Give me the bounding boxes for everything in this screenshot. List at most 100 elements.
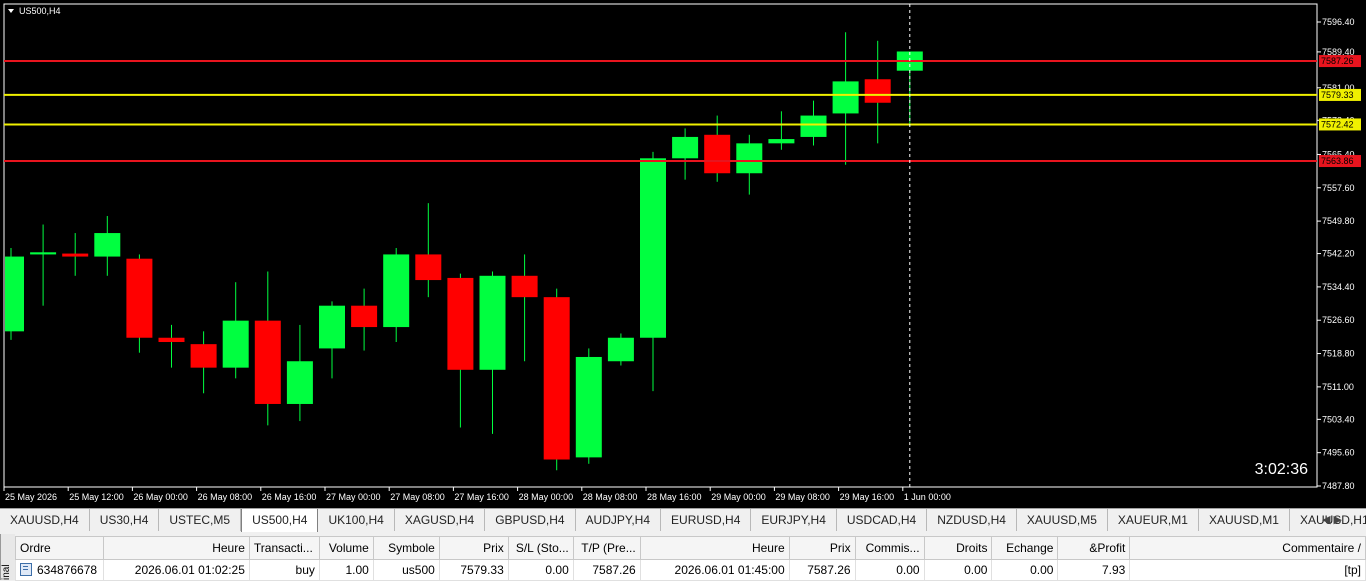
bull-candle: [575, 356, 602, 458]
bear-candle: [126, 258, 153, 338]
bear-candle: [158, 337, 185, 343]
price-axis-label: 7487.80: [1322, 481, 1355, 491]
bull-candle: [383, 254, 410, 328]
tab-us500-h4[interactable]: US500,H4: [241, 509, 319, 532]
bull-candle: [672, 136, 699, 159]
tab-eurusd-h4[interactable]: EURUSD,H4: [661, 509, 752, 531]
tab-xauusd-m1[interactable]: XAUUSD,M1: [1199, 509, 1290, 531]
bear-candle: [447, 277, 474, 370]
col-droits[interactable]: Droits: [923, 536, 993, 560]
cell-echange: 0.00: [991, 559, 1059, 581]
trade-table: Ordre Heure Transacti... Volume Symbole …: [15, 536, 1366, 581]
col-ordre[interactable]: Ordre: [15, 536, 104, 560]
price-level-label: 7563.86: [1321, 156, 1354, 166]
time-axis-label: 26 May 16:00: [262, 492, 317, 502]
price-axis-label: 7518.80: [1322, 349, 1355, 359]
price-axis-label: 7511.00: [1322, 382, 1354, 392]
time-axis-label: 25 May 12:00: [69, 492, 124, 502]
col-profit[interactable]: &Profit: [1057, 536, 1131, 560]
time-axis-label: 1 Jun 00:00: [904, 492, 951, 502]
cell-transaction: buy: [248, 559, 320, 581]
tab-xaueur-m1[interactable]: XAUEUR,M1: [1108, 509, 1199, 531]
cell-symbole: us500: [372, 559, 440, 581]
col-heure[interactable]: Heure: [102, 536, 250, 560]
bear-candle: [511, 275, 538, 298]
table-row[interactable]: 634876678 2026.06.01 01:02:25 buy 1.00 u…: [15, 559, 1366, 581]
price-axis-label: 7534.40: [1322, 282, 1355, 292]
bull-candle: [5, 256, 24, 332]
price-level-label: 7572.42: [1321, 119, 1354, 129]
price-level-label: 7579.33: [1321, 90, 1354, 100]
bull-candle: [800, 115, 827, 137]
bull-candle: [607, 337, 634, 362]
cell-ordre: 634876678: [15, 559, 104, 581]
bull-candle: [319, 305, 345, 349]
tab-xagusd-h4[interactable]: XAGUSD,H4: [395, 509, 486, 531]
time-axis-label: 29 May 16:00: [840, 492, 895, 502]
bull-candle: [832, 81, 859, 114]
price-chart[interactable]: US500,H47596.407589.407581.007573.407565…: [0, 0, 1366, 508]
col-transaction[interactable]: Transacti...: [248, 536, 320, 560]
bull-candle: [222, 320, 249, 368]
countdown-timer: 3:02:36: [1255, 461, 1308, 478]
col-commission[interactable]: Commis...: [854, 536, 925, 560]
tab-eurjpy-h4[interactable]: EURJPY,H4: [751, 509, 837, 531]
time-axis-label: 28 May 00:00: [519, 492, 574, 502]
bear-candle: [543, 297, 570, 460]
bear-candle: [62, 253, 89, 257]
bear-candle: [254, 320, 281, 404]
time-axis-label: 28 May 16:00: [647, 492, 702, 502]
bear-candle: [864, 79, 891, 103]
price-axis-label: 7526.60: [1322, 315, 1355, 325]
order-icon: [20, 563, 32, 576]
bull-candle: [640, 158, 666, 338]
bull-candle: [30, 252, 57, 255]
tab-uk100-h4[interactable]: UK100,H4: [318, 509, 395, 531]
cell-droits: 0.00: [923, 559, 993, 581]
cell-volume: 1.00: [318, 559, 374, 581]
bear-candle: [190, 344, 217, 368]
cell-prix-close: 7587.26: [788, 559, 856, 581]
tab-gbpusd-h4[interactable]: GBPUSD,H4: [485, 509, 576, 531]
bear-candle: [351, 305, 378, 328]
time-axis-label: 27 May 16:00: [454, 492, 509, 502]
time-axis-label: 27 May 00:00: [326, 492, 381, 502]
chart-tabs: XAUUSD,H4 US30,H4 USTEC,M5 US500,H4 UK100,H4…: [0, 508, 1366, 532]
col-take-profit[interactable]: T/P (Pre...: [572, 536, 641, 560]
price-axis-label: 7557.60: [1322, 183, 1355, 193]
cell-heure-close: 2026.06.01 01:45:00: [639, 559, 790, 581]
col-volume[interactable]: Volume: [318, 536, 374, 560]
bull-candle: [286, 361, 313, 404]
bull-candle: [479, 275, 506, 370]
bear-candle: [415, 254, 442, 281]
tab-ustec-m5[interactable]: USTEC,M5: [159, 509, 242, 531]
time-axis-label: 26 May 00:00: [133, 492, 188, 502]
price-axis-label: 7596.40: [1322, 17, 1355, 27]
tab-xauusd-h4[interactable]: XAUUSD,H4: [0, 509, 90, 531]
time-axis-label: 29 May 08:00: [775, 492, 830, 502]
tab-usdcad-h4[interactable]: USDCAD,H4: [837, 509, 928, 531]
col-symbole[interactable]: Symbole: [372, 536, 440, 560]
tab-audjpy-h4[interactable]: AUDJPY,H4: [576, 509, 662, 531]
chart-window[interactable]: US500,H47596.407589.407581.007573.407565…: [0, 0, 1366, 508]
col-stop-loss[interactable]: S/L (Sto...: [507, 536, 574, 560]
col-prix[interactable]: Prix: [438, 536, 509, 560]
time-axis-label: 25 May 2026: [5, 492, 57, 502]
tab-nzdusd-h4[interactable]: NZDUSD,H4: [927, 509, 1017, 531]
cell-prix: 7579.33: [438, 559, 509, 581]
price-axis-label: 7542.20: [1322, 249, 1355, 259]
bear-candle: [704, 134, 731, 174]
bull-candle: [768, 139, 795, 144]
cell-take-profit: 7587.26: [572, 559, 641, 581]
col-heure-close[interactable]: Heure: [639, 536, 790, 560]
tab-scroll-icon[interactable]: ◀ ▶: [1322, 513, 1342, 526]
col-commentaire[interactable]: Commentaire /: [1129, 536, 1366, 560]
tab-xauusd-m5[interactable]: XAUUSD,M5: [1017, 509, 1108, 531]
symbol-label: US500,H4: [19, 6, 61, 16]
col-prix-close[interactable]: Prix: [788, 536, 856, 560]
tab-us30-h4[interactable]: US30,H4: [90, 509, 160, 531]
cell-heure: 2026.06.01 01:02:25: [102, 559, 250, 581]
col-echange[interactable]: Echange: [991, 536, 1059, 560]
cell-commentaire: [tp]: [1129, 559, 1366, 581]
cell-commission: 0.00: [854, 559, 925, 581]
